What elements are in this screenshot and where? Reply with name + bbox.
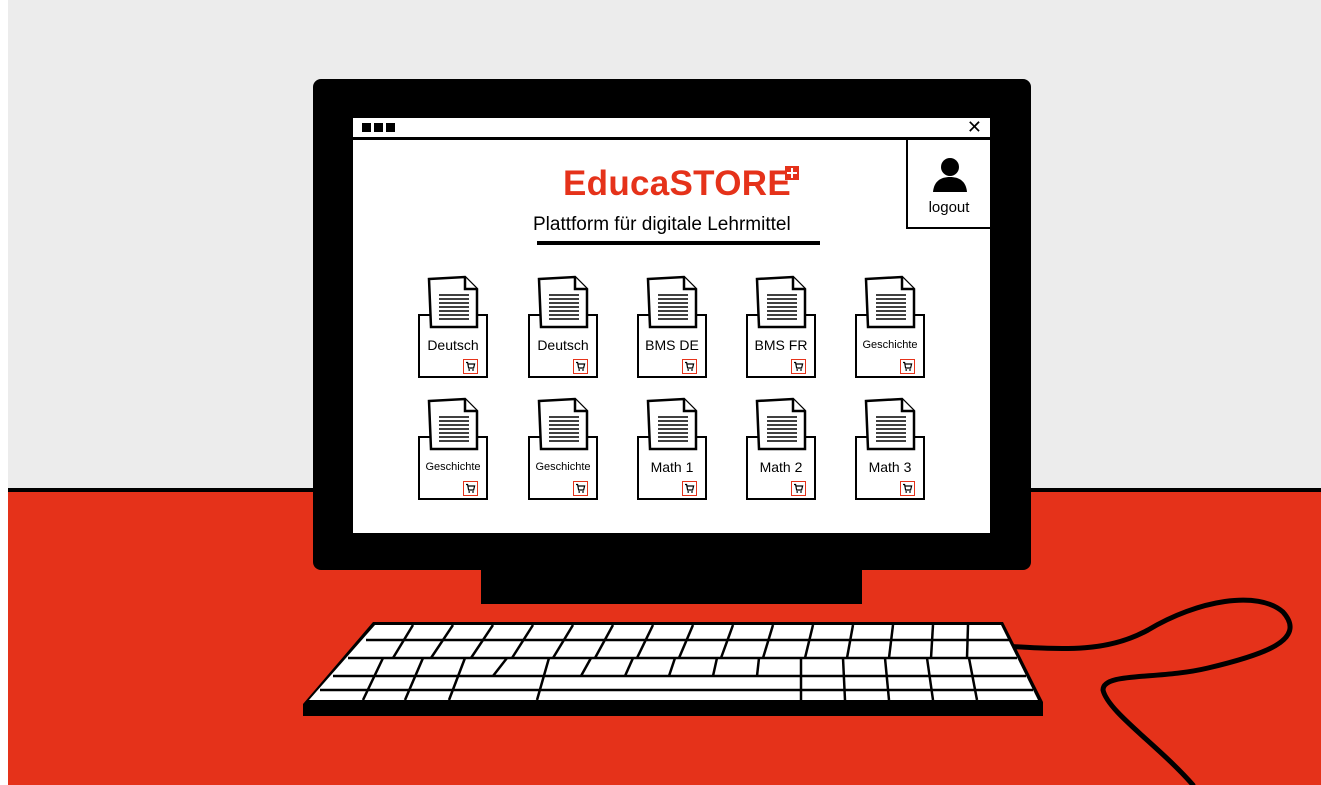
product-label: Math 3: [868, 459, 912, 475]
product-tile[interactable]: Deutsch: [415, 273, 491, 378]
document-icon: [755, 275, 807, 329]
cart-icon[interactable]: [463, 481, 478, 496]
document-icon: [646, 275, 698, 329]
monitor-stand: [481, 568, 862, 604]
cart-icon[interactable]: [791, 359, 806, 374]
product-tile[interactable]: BMS DE: [634, 273, 710, 378]
document-icon: [755, 397, 807, 451]
document-icon: [537, 275, 589, 329]
cart-icon[interactable]: [682, 359, 697, 374]
product-label: Deutsch: [427, 337, 479, 353]
cart-icon[interactable]: [682, 481, 697, 496]
cart-icon[interactable]: [900, 359, 915, 374]
swiss-cross-icon: [785, 166, 799, 180]
illustration-scene: ✕ logout EducaSTORE Plattform für digita…: [8, 0, 1321, 785]
brand-logo: EducaSTORE: [563, 164, 791, 203]
logout-button[interactable]: logout: [906, 140, 990, 229]
document-icon: [646, 397, 698, 451]
product-label: Deutsch: [537, 337, 589, 353]
product-label: Geschichte: [425, 461, 481, 473]
product-tile[interactable]: Geschichte: [852, 273, 928, 378]
product-tile[interactable]: Geschichte: [415, 395, 491, 500]
subtitle-underline: [537, 241, 820, 245]
product-label: BMS DE: [645, 337, 699, 353]
user-icon: [933, 158, 967, 192]
product-label: Math 1: [650, 459, 694, 475]
product-label: Geschichte: [862, 339, 918, 351]
product-tile[interactable]: Geschichte: [525, 395, 601, 500]
keyboard: [303, 622, 1043, 716]
document-icon: [427, 397, 479, 451]
product-label: Math 2: [759, 459, 803, 475]
cart-icon[interactable]: [573, 481, 588, 496]
product-tile[interactable]: Math 1: [634, 395, 710, 500]
logout-label: logout: [928, 199, 970, 216]
close-icon[interactable]: ✕: [967, 119, 982, 137]
window-dots-icon: [362, 123, 395, 132]
document-icon: [864, 275, 916, 329]
product-grid: Deutsch Deutsch BMS DE BMS FR Geschichte…: [415, 273, 935, 513]
cart-icon[interactable]: [463, 359, 478, 374]
product-tile[interactable]: BMS FR: [743, 273, 819, 378]
product-tile[interactable]: Deutsch: [525, 273, 601, 378]
product-tile[interactable]: Math 3: [852, 395, 928, 500]
product-label: Geschichte: [535, 461, 591, 473]
document-icon: [864, 397, 916, 451]
cart-icon[interactable]: [791, 481, 806, 496]
product-label: BMS FR: [754, 337, 808, 353]
window-titlebar: ✕: [353, 118, 990, 140]
page-subtitle: Plattform für digitale Lehrmittel: [533, 214, 791, 235]
product-tile[interactable]: Math 2: [743, 395, 819, 500]
document-icon: [427, 275, 479, 329]
document-icon: [537, 397, 589, 451]
cart-icon[interactable]: [900, 481, 915, 496]
cart-icon[interactable]: [573, 359, 588, 374]
browser-window: ✕ logout EducaSTORE Plattform für digita…: [353, 118, 990, 533]
